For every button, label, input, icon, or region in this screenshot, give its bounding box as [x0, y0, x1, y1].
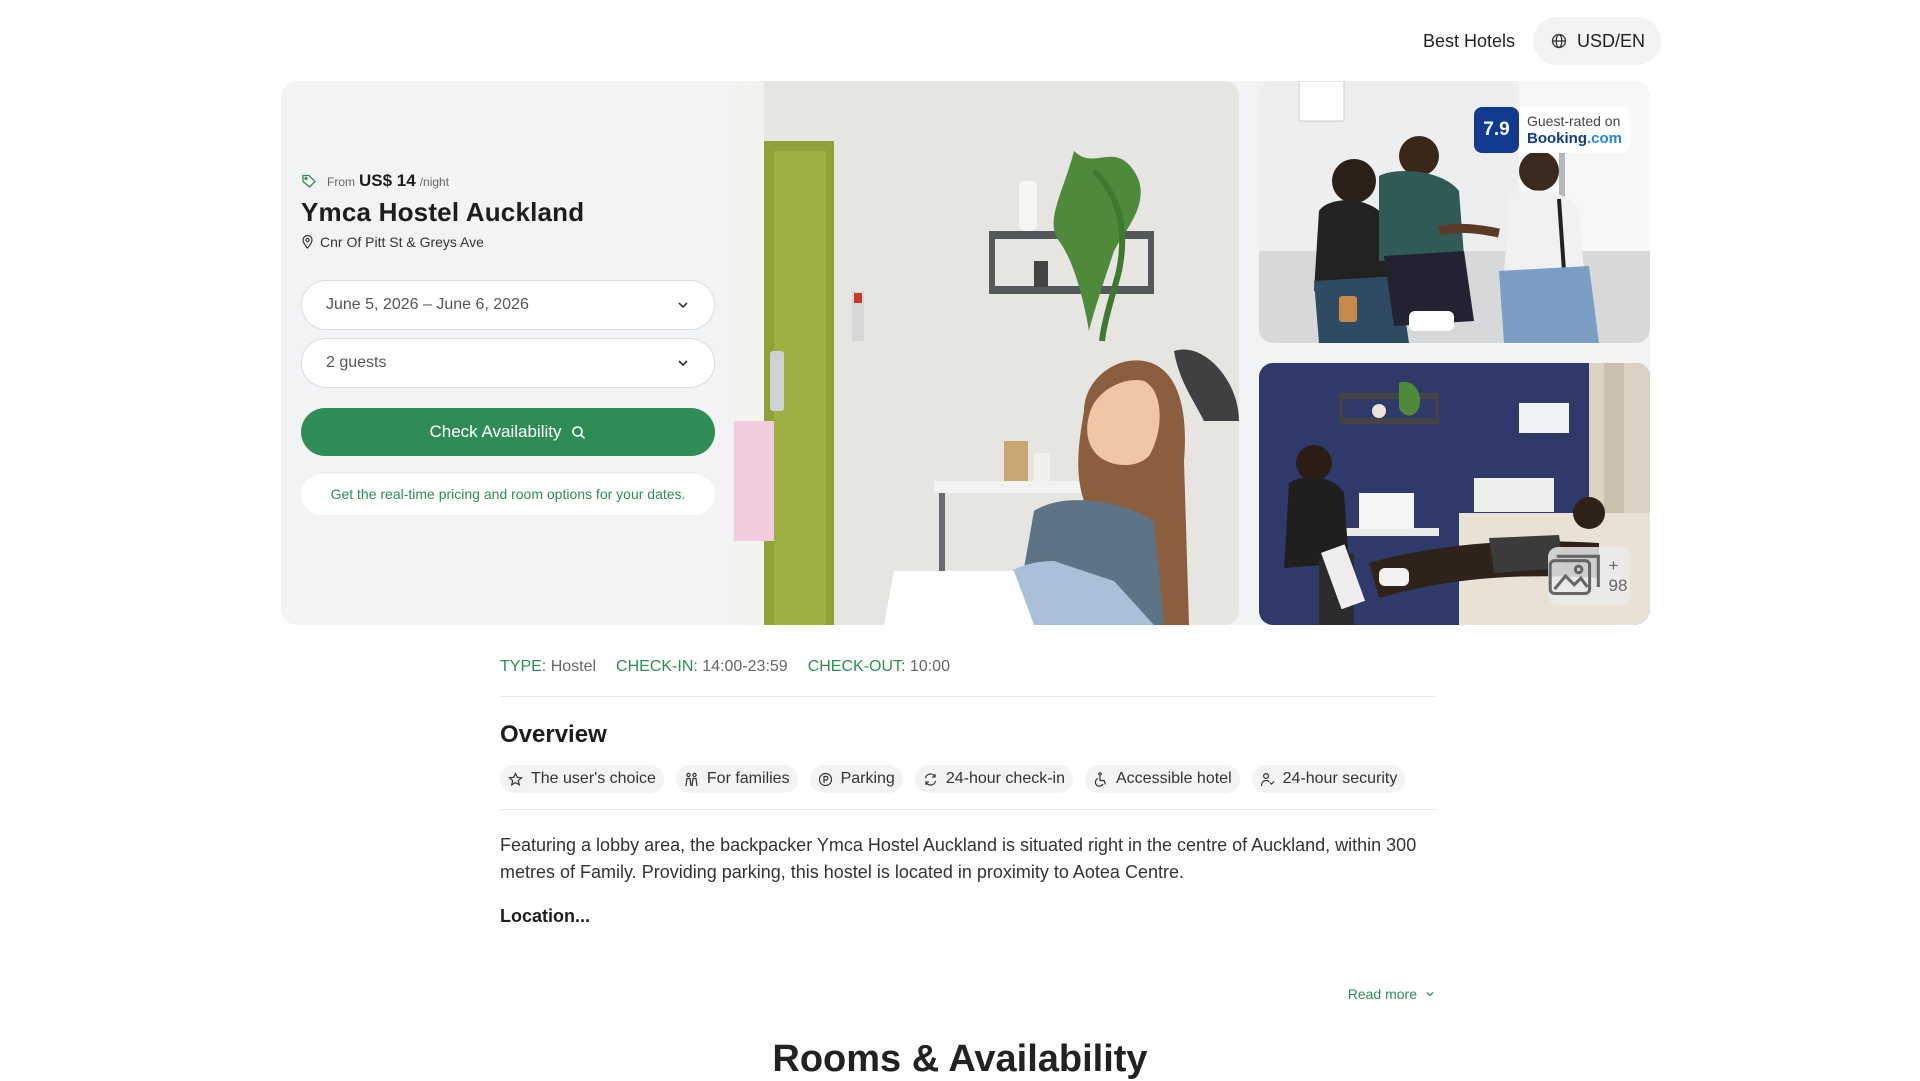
- amenity-chip-security: 24-hour security: [1251, 765, 1406, 793]
- main-hotel-photo[interactable]: [734, 81, 1239, 625]
- amenity-label: 24-hour security: [1282, 770, 1398, 787]
- globe-icon: [1551, 33, 1567, 49]
- more-photos-count: + 98: [1608, 556, 1628, 595]
- amenity-chip-users-choice: The user's choice: [500, 765, 664, 793]
- checkout-label: CHECK-OUT:: [807, 658, 906, 675]
- amenity-label: For families: [706, 770, 790, 787]
- amenity-chip-24h-checkin: 24-hour check-in: [914, 765, 1073, 793]
- address-text: Cnr Of Pitt St & Greys Ave: [320, 234, 484, 250]
- checkin-label: CHECK-IN:: [616, 658, 698, 675]
- top-bar: Best Hotels USD/EN: [1423, 17, 1661, 65]
- location-pin-icon: [302, 235, 313, 249]
- date-range-select[interactable]: June 5, 2026 – June 6, 2026: [301, 280, 715, 330]
- price-prefix: From: [327, 175, 355, 189]
- study-room-photo[interactable]: + 98: [1259, 363, 1650, 625]
- guests-lounge-photo[interactable]: 7.9 Guest-rated on Booking.com: [1259, 81, 1650, 343]
- hotel-meta-row: TYPE: Hostel CHECK-IN: 14:00-23:59 CHECK…: [500, 650, 1435, 684]
- security-icon: [1260, 772, 1275, 786]
- price-suffix: /night: [419, 175, 450, 189]
- locale-label: USD/EN: [1576, 30, 1645, 51]
- rating-label: Guest-rated on: [1526, 113, 1621, 129]
- hotel-details: TYPE: Hostel CHECK-IN: 14:00-23:59 CHECK…: [500, 650, 1435, 1002]
- chevron-down-icon: [678, 360, 688, 367]
- wheelchair-icon: [1094, 771, 1107, 787]
- hero-section: From US$ 14 /night Ymca Hostel Auckland …: [281, 81, 1650, 625]
- amenity-chip-accessible: Accessible hotel: [1085, 765, 1240, 793]
- check-availability-button[interactable]: Check Availability: [301, 408, 715, 456]
- amenity-label: The user's choice: [531, 770, 656, 787]
- checkout-info: CHECK-OUT: 10:00: [808, 658, 950, 676]
- rooms-availability-title: Rooms & Availability: [772, 1038, 1148, 1080]
- type-info: TYPE: Hostel: [500, 658, 596, 676]
- read-more-label: Read more: [1347, 986, 1417, 1002]
- price-row: From US$ 14 /night: [301, 171, 715, 191]
- read-more-link[interactable]: Read more: [1348, 986, 1435, 1002]
- chevron-down-icon: [1426, 992, 1434, 997]
- currency-language-button[interactable]: USD/EN: [1532, 17, 1661, 65]
- amenity-chips: The user's choice For families Parking 2…: [500, 765, 1435, 793]
- amenity-label: 24-hour check-in: [945, 770, 1065, 787]
- hotel-address: Cnr Of Pitt St & Greys Ave: [301, 234, 715, 250]
- view-all-photos-button[interactable]: + 98: [1548, 547, 1630, 605]
- search-icon: [572, 425, 586, 439]
- booking-panel: From US$ 14 /night Ymca Hostel Auckland …: [301, 171, 715, 515]
- amenity-label: Parking: [840, 770, 895, 787]
- room-photo-image: [734, 81, 1239, 625]
- checkout-value: 10:00: [909, 658, 950, 675]
- checkin-info: CHECK-IN: 14:00-23:59: [616, 658, 788, 676]
- price-tag-icon: [302, 174, 316, 188]
- parking-icon: [818, 772, 832, 786]
- rating-brand-suffix: .com: [1586, 130, 1622, 147]
- overview-title: Overview: [500, 721, 607, 748]
- price-value: US$ 14: [359, 171, 416, 190]
- type-value: Hostel: [550, 658, 597, 675]
- family-icon: [685, 772, 698, 786]
- image-gallery-icon: [1548, 554, 1600, 596]
- chevron-down-icon: [678, 302, 688, 309]
- checkin-value: 14:00-23:59: [702, 658, 788, 675]
- date-range-value: June 5, 2026 – June 6, 2026: [326, 296, 529, 313]
- booking-rating-badge: 7.9 Guest-rated on Booking.com: [1473, 107, 1630, 153]
- hotel-description: Featuring a lobby area, the backpacker Y…: [500, 835, 1417, 882]
- check-availability-label: Check Availability: [429, 422, 562, 441]
- rating-text: Guest-rated on Booking.com: [1527, 112, 1622, 148]
- divider: [500, 696, 1435, 697]
- divider: [500, 809, 1435, 810]
- best-hotels-link[interactable]: Best Hotels: [1423, 31, 1515, 52]
- refresh-icon: [924, 772, 936, 786]
- star-icon: [508, 771, 523, 786]
- hotel-name: Ymca Hostel Auckland: [301, 197, 585, 227]
- amenity-chip-families: For families: [675, 765, 798, 793]
- guests-value: 2 guests: [326, 354, 387, 371]
- rating-brand-main: Booking: [1526, 130, 1587, 147]
- type-label: TYPE:: [500, 658, 547, 675]
- location-heading: Location...: [500, 906, 590, 926]
- rating-score: 7.9: [1473, 107, 1519, 153]
- amenity-label: Accessible hotel: [1116, 770, 1232, 787]
- pricing-note: Get the real-time pricing and room optio…: [301, 474, 715, 515]
- guests-select[interactable]: 2 guests: [301, 338, 715, 388]
- amenity-chip-parking: Parking: [809, 765, 903, 793]
- rating-brand: Booking.com: [1527, 130, 1622, 148]
